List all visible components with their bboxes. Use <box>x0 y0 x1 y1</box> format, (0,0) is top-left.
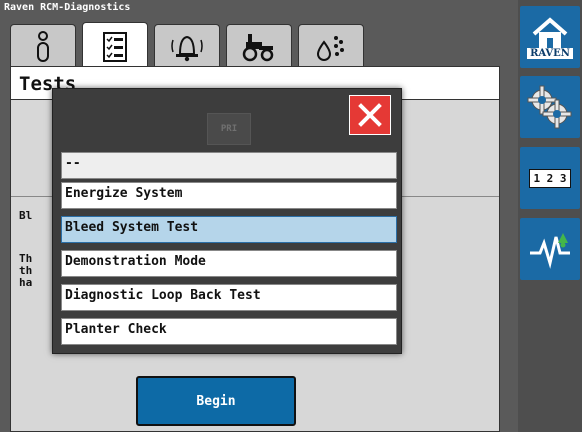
gears-icon <box>527 85 572 129</box>
close-icon <box>358 103 382 127</box>
list-item-demonstration-mode[interactable]: Demonstration Mode <box>61 250 397 277</box>
diagnostics-icon <box>530 233 570 269</box>
begin-button[interactable]: Begin <box>136 376 296 426</box>
diagnostics-button[interactable] <box>520 218 580 280</box>
occluded-text: ha <box>19 276 33 289</box>
sidebar: RAVEN 1 2 3 <box>518 0 582 432</box>
test-select-dialog: PRI -- Energize System Bleed System Test… <box>52 88 402 354</box>
occluded-label: Bl <box>19 209 33 222</box>
ghost-priority-button: PRI <box>207 113 251 145</box>
keypad-icon: 1 2 3 <box>529 168 571 188</box>
info-icon <box>37 30 49 62</box>
list-item-placeholder[interactable]: -- <box>61 152 397 179</box>
list-item-energize-system[interactable]: Energize System <box>61 182 397 209</box>
tab-machine[interactable] <box>226 24 292 68</box>
app-title: Raven RCM-Diagnostics <box>4 2 131 13</box>
keypad-button[interactable]: 1 2 3 <box>520 147 580 209</box>
home-icon <box>532 16 568 48</box>
settings-button[interactable] <box>520 76 580 138</box>
tab-product[interactable] <box>298 24 364 68</box>
list-item-bleed-system-test[interactable]: Bleed System Test <box>61 216 397 243</box>
tab-tests[interactable] <box>82 22 148 70</box>
tab-info[interactable] <box>10 24 76 68</box>
alarm-bell-icon <box>171 35 203 61</box>
raven-logo: RAVEN <box>527 47 573 59</box>
tractor-icon <box>242 33 274 61</box>
tab-alarms[interactable] <box>154 24 220 68</box>
close-button[interactable] <box>349 95 391 135</box>
list-item-planter-check[interactable]: Planter Check <box>61 318 397 345</box>
list-item-diagnostic-loop-back-test[interactable]: Diagnostic Loop Back Test <box>61 284 397 311</box>
home-button[interactable]: RAVEN <box>520 6 580 68</box>
liquid-drops-icon <box>316 35 344 61</box>
checklist-icon <box>103 31 127 62</box>
